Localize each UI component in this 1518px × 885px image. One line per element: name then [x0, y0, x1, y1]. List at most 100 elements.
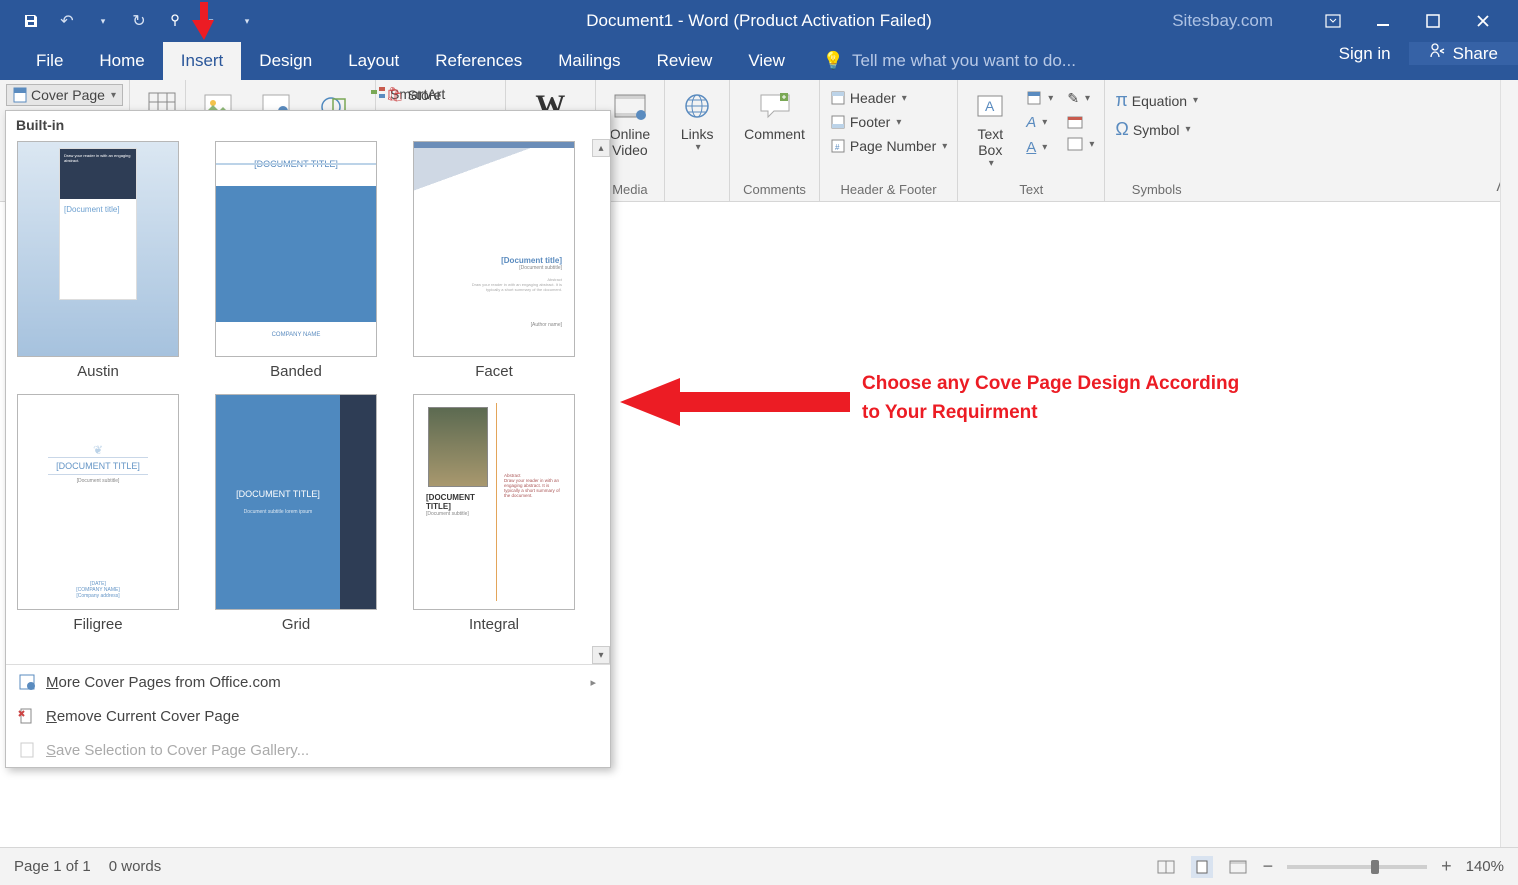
word-count[interactable]: 0 words — [109, 858, 162, 875]
header-icon — [830, 90, 846, 106]
ribbon-display-options-icon[interactable] — [1318, 6, 1348, 36]
undo-icon[interactable]: ↶ — [58, 12, 76, 30]
text-group-label: Text — [964, 180, 1098, 199]
tab-insert[interactable]: Insert — [163, 42, 242, 80]
gallery-label: Facet — [475, 357, 513, 386]
share-icon — [1429, 42, 1447, 65]
symbol-label: Symbol — [1133, 122, 1180, 138]
drop-cap-button[interactable]: A▾ — [1022, 137, 1057, 158]
ribbon-group-links: Links▾ — [665, 80, 730, 201]
undo-dropdown-icon[interactable]: ▾ — [94, 12, 112, 30]
comment-label: Comment — [744, 126, 805, 142]
cover-thumb-facet[interactable]: [Document title][Document subtitle]Abstr… — [413, 141, 575, 357]
store-button[interactable]: 🛍Store — [382, 84, 445, 105]
drop-cap-icon: A — [1026, 139, 1036, 156]
page-number-label: Page Number — [850, 138, 936, 154]
gallery-item-austin: Draw your reader in with an engaging abs… — [14, 141, 182, 386]
links-button[interactable]: Links▾ — [671, 84, 723, 157]
status-bar: Page 1 of 1 0 words − + 140% — [0, 847, 1518, 885]
page-number-button[interactable]: #Page Number▾ — [826, 136, 951, 156]
qat-customize-icon[interactable]: ▾ — [238, 12, 256, 30]
redo-icon[interactable]: ↻ — [130, 12, 148, 30]
scroll-down-icon[interactable]: ▾ — [592, 646, 610, 664]
gallery-label: Grid — [282, 610, 310, 639]
footer-label: Footer — [850, 114, 890, 130]
link-icon — [679, 88, 715, 124]
wordart-button[interactable]: A▾ — [1022, 112, 1057, 133]
date-time-button[interactable] — [1063, 113, 1098, 131]
footer-button[interactable]: Footer▾ — [826, 112, 951, 132]
equation-icon: π — [1115, 90, 1127, 111]
cover-thumb-grid[interactable]: [DOCUMENT TITLE]Document subtitle lorem … — [215, 394, 377, 610]
page-number-icon: # — [830, 138, 846, 154]
tab-design[interactable]: Design — [241, 42, 330, 80]
cover-thumb-filigree[interactable]: ❦ [DOCUMENT TITLE] [Document subtitle] [… — [17, 394, 179, 610]
print-layout-icon[interactable] — [1191, 856, 1213, 878]
cover-thumb-banded[interactable]: [DOCUMENT TITLE] COMPANY NAME — [215, 141, 377, 357]
svg-text:A: A — [985, 98, 995, 114]
symbol-button[interactable]: ΩSymbol▾ — [1111, 117, 1202, 142]
ribbon-group-header-footer: Header▾ Footer▾ #Page Number▾ Header & F… — [820, 80, 958, 201]
ribbon-tabs: File Home Insert Design Layout Reference… — [0, 42, 1518, 80]
chevron-right-icon: ▸ — [590, 676, 596, 689]
scroll-up-icon[interactable]: ▴ — [592, 139, 610, 157]
equation-button[interactable]: πEquation▾ — [1111, 88, 1202, 113]
svg-text:#: # — [835, 143, 840, 152]
tell-me-search[interactable]: 💡 Tell me what you want to do... — [823, 42, 1076, 80]
maximize-icon[interactable] — [1418, 6, 1448, 36]
title-bar: ↶ ▾ ↻ ▾ ▾ Document1 - Word (Product Acti… — [0, 0, 1518, 42]
window-title: Document1 - Word (Product Activation Fai… — [586, 11, 932, 31]
quick-parts-button[interactable]: ▾ — [1022, 88, 1057, 108]
gallery-label: Integral — [469, 610, 519, 639]
gallery-item-filigree: ❦ [DOCUMENT TITLE] [Document subtitle] [… — [14, 394, 182, 639]
remove-cover-page[interactable]: Remove Current Cover Page — [6, 699, 610, 733]
share-label: Share — [1453, 44, 1498, 64]
tab-mailings[interactable]: Mailings — [540, 42, 638, 80]
quick-access-toolbar: ↶ ▾ ↻ ▾ ▾ — [0, 12, 256, 30]
vertical-scrollbar[interactable] — [1500, 80, 1518, 847]
sign-in-link[interactable]: Sign in — [1321, 42, 1409, 65]
share-button[interactable]: Share — [1409, 42, 1518, 65]
zoom-out-button[interactable]: − — [1263, 856, 1274, 877]
office-icon — [18, 673, 36, 691]
zoom-in-button[interactable]: + — [1441, 856, 1452, 877]
date-icon — [1067, 115, 1083, 129]
cover-page-icon — [13, 87, 27, 103]
cover-thumb-integral[interactable]: [DOCUMENTTITLE] [Document subtitle] Abst… — [413, 394, 575, 610]
remove-icon — [18, 707, 36, 725]
header-button[interactable]: Header▾ — [826, 88, 951, 108]
gallery-label: Austin — [77, 357, 119, 386]
header-label: Header — [850, 90, 896, 106]
tab-view[interactable]: View — [730, 42, 803, 80]
object-button[interactable]: ▾ — [1063, 135, 1098, 153]
close-icon[interactable] — [1468, 6, 1498, 36]
tab-layout[interactable]: Layout — [330, 42, 417, 80]
tab-home[interactable]: Home — [81, 42, 162, 80]
minimize-icon[interactable] — [1368, 6, 1398, 36]
comment-button[interactable]: Comment — [736, 84, 813, 146]
text-box-button[interactable]: AText Box▾ — [964, 84, 1016, 173]
zoom-slider[interactable] — [1287, 865, 1427, 869]
touch-mode-icon[interactable] — [166, 12, 184, 30]
footer-icon — [830, 114, 846, 130]
comments-group-label: Comments — [736, 180, 813, 199]
cover-page-button[interactable]: Cover Page ▾ — [6, 84, 123, 106]
more-cover-pages[interactable]: More Cover Pages from Office.com ▸ — [6, 665, 610, 699]
save-icon[interactable] — [22, 12, 40, 30]
tab-references[interactable]: References — [417, 42, 540, 80]
signature-line-button[interactable]: ✎▾ — [1063, 88, 1098, 109]
tab-review[interactable]: Review — [639, 42, 731, 80]
cover-thumb-austin[interactable]: Draw your reader in with an engaging abs… — [17, 141, 179, 357]
read-mode-icon[interactable] — [1155, 856, 1177, 878]
page-indicator[interactable]: Page 1 of 1 — [14, 858, 91, 875]
tab-file[interactable]: File — [18, 42, 81, 80]
gallery-scrollbar[interactable]: ▴ ▾ — [592, 139, 610, 664]
web-layout-icon[interactable] — [1227, 856, 1249, 878]
text-box-icon: A — [972, 88, 1008, 124]
store-label: Store — [408, 87, 441, 103]
zoom-level[interactable]: 140% — [1466, 858, 1504, 875]
lightbulb-icon: 💡 — [823, 51, 844, 71]
cover-page-label: Cover Page — [31, 87, 105, 103]
quick-parts-icon — [1026, 90, 1042, 106]
symbol-icon: Ω — [1115, 119, 1128, 140]
